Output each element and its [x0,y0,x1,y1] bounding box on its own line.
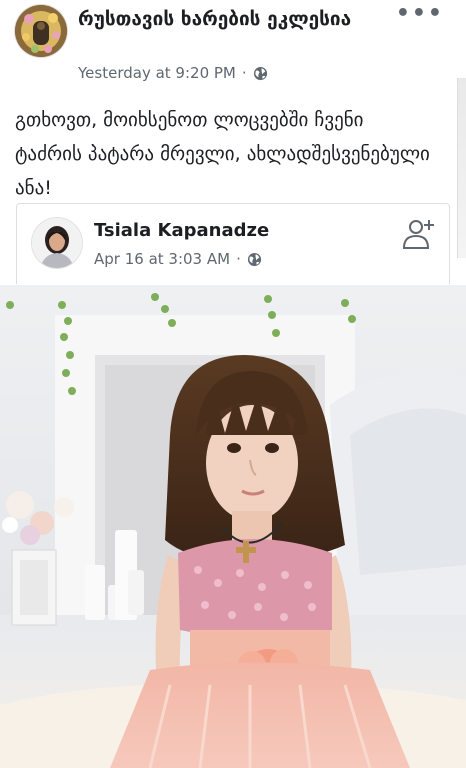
shared-author-name[interactable]: Tsiala Kapanadze [94,220,269,241]
side-strip [457,78,466,258]
shared-meta-separator: · [236,250,241,268]
post-header: რუსთავის ხარების ეკლესია Yesterday at 9:… [0,0,466,95]
page-name[interactable]: რუსთავის ხარების ეკლესია [78,6,398,32]
more-options-button[interactable]: ••• [396,3,444,25]
shared-avatar[interactable] [32,218,82,268]
post-text: გთხოვთ, მოიხსენოთ ლოცვებში ჩვენი ტაძრის … [15,109,430,199]
add-friend-icon[interactable] [401,216,435,250]
shared-photo[interactable] [0,285,466,768]
post-meta: Yesterday at 9:20 PM · [78,64,268,82]
shared-post-header: Tsiala Kapanadze Apr 16 at 3:03 AM · [16,203,450,284]
page-avatar[interactable] [15,5,67,57]
shared-meta: Apr 16 at 3:03 AM · [94,250,262,268]
globe-icon[interactable] [247,252,262,267]
meta-separator: · [241,64,247,82]
globe-icon[interactable] [253,66,268,81]
post-timestamp[interactable]: Yesterday at 9:20 PM [78,64,236,82]
shared-timestamp[interactable]: Apr 16 at 3:03 AM [94,250,230,268]
